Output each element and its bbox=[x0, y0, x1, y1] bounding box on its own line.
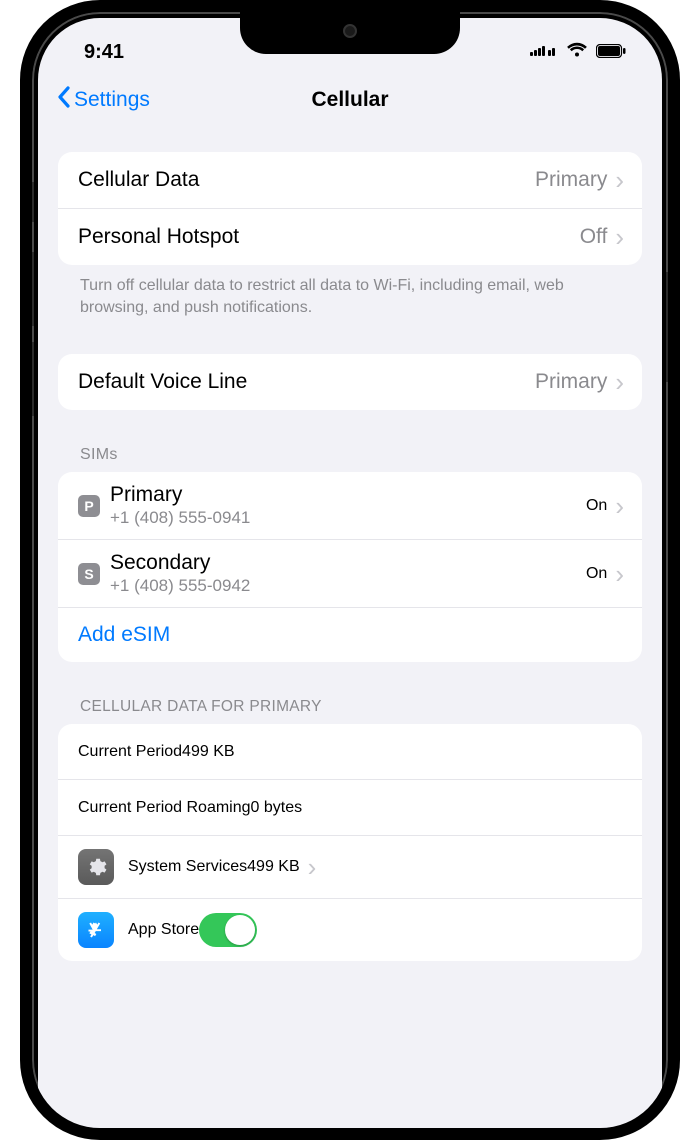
volume-up-button bbox=[28, 252, 34, 326]
sim-status: On bbox=[586, 565, 607, 583]
sim-badge-icon: S bbox=[78, 563, 100, 585]
chevron-right-icon: › bbox=[615, 167, 624, 193]
current-roaming-value: 0 bytes bbox=[251, 799, 303, 817]
system-services-value: 499 KB bbox=[247, 858, 299, 876]
sim-phone: +1 (408) 555-0942 bbox=[110, 576, 586, 596]
sim-name: Primary bbox=[110, 483, 586, 507]
chevron-right-icon: › bbox=[615, 493, 624, 519]
back-label: Settings bbox=[74, 88, 150, 112]
sims-header: SIMs bbox=[58, 446, 642, 472]
cellular-data-footer: Turn off cellular data to restrict all d… bbox=[58, 265, 642, 318]
current-roaming-row: Current Period Roaming 0 bytes bbox=[58, 780, 642, 836]
app-store-row[interactable]: App Store bbox=[58, 899, 642, 961]
app-store-label: App Store bbox=[128, 921, 199, 939]
battery-icon bbox=[596, 41, 626, 64]
voice-line-group: Default Voice Line Primary › bbox=[58, 354, 642, 410]
iphone-frame: 9:41 Settings Cellular bbox=[20, 0, 680, 1140]
chevron-right-icon: › bbox=[308, 854, 317, 880]
screen: 9:41 Settings Cellular bbox=[38, 18, 662, 1128]
cellular-data-header: CELLULAR DATA FOR PRIMARY bbox=[58, 698, 642, 724]
chevron-right-icon: › bbox=[615, 561, 624, 587]
page-title: Cellular bbox=[311, 88, 388, 112]
side-button bbox=[666, 272, 672, 382]
ringer-switch bbox=[28, 182, 34, 222]
status-time: 9:41 bbox=[84, 41, 124, 64]
cellular-usage-group: Current Period 499 KB Current Period Roa… bbox=[58, 724, 642, 961]
default-voice-line-row[interactable]: Default Voice Line Primary › bbox=[58, 354, 642, 410]
navigation-bar: Settings Cellular bbox=[38, 72, 662, 128]
system-services-row[interactable]: System Services 499 KB › bbox=[58, 836, 642, 899]
sim-status: On bbox=[586, 497, 607, 515]
add-esim-button[interactable]: Add eSIM bbox=[58, 608, 642, 662]
notch bbox=[240, 12, 460, 54]
personal-hotspot-label: Personal Hotspot bbox=[78, 225, 580, 249]
gear-icon bbox=[78, 849, 114, 885]
volume-down-button bbox=[28, 342, 34, 416]
appstore-icon bbox=[78, 912, 114, 948]
wifi-icon bbox=[566, 41, 588, 64]
dual-signal-icon bbox=[530, 41, 558, 64]
camera-icon bbox=[343, 24, 357, 38]
cellular-data-group: Cellular Data Primary › Personal Hotspot… bbox=[58, 152, 642, 265]
sims-group: P Primary +1 (408) 555-0941 On › S Secon… bbox=[58, 472, 642, 662]
default-voice-line-label: Default Voice Line bbox=[78, 370, 535, 394]
chevron-left-icon bbox=[56, 85, 72, 115]
sim-phone: +1 (408) 555-0941 bbox=[110, 508, 586, 528]
sim-name: Secondary bbox=[110, 551, 586, 575]
sim-badge-icon: P bbox=[78, 495, 100, 517]
chevron-right-icon: › bbox=[615, 224, 624, 250]
sim-row-secondary[interactable]: S Secondary +1 (408) 555-0942 On › bbox=[58, 540, 642, 608]
default-voice-line-value: Primary bbox=[535, 370, 607, 394]
system-services-label: System Services bbox=[128, 858, 247, 876]
back-button[interactable]: Settings bbox=[56, 85, 150, 115]
current-period-row: Current Period 499 KB bbox=[58, 724, 642, 780]
current-roaming-label: Current Period Roaming bbox=[78, 799, 251, 817]
cellular-data-row[interactable]: Cellular Data Primary › bbox=[58, 152, 642, 209]
app-store-toggle[interactable] bbox=[199, 913, 257, 947]
personal-hotspot-row[interactable]: Personal Hotspot Off › bbox=[58, 209, 642, 265]
current-period-label: Current Period bbox=[78, 743, 182, 761]
personal-hotspot-value: Off bbox=[580, 225, 608, 249]
sim-row-primary[interactable]: P Primary +1 (408) 555-0941 On › bbox=[58, 472, 642, 540]
current-period-value: 499 KB bbox=[182, 743, 234, 761]
chevron-right-icon: › bbox=[615, 369, 624, 395]
cellular-data-label: Cellular Data bbox=[78, 168, 535, 192]
cellular-data-value: Primary bbox=[535, 168, 607, 192]
